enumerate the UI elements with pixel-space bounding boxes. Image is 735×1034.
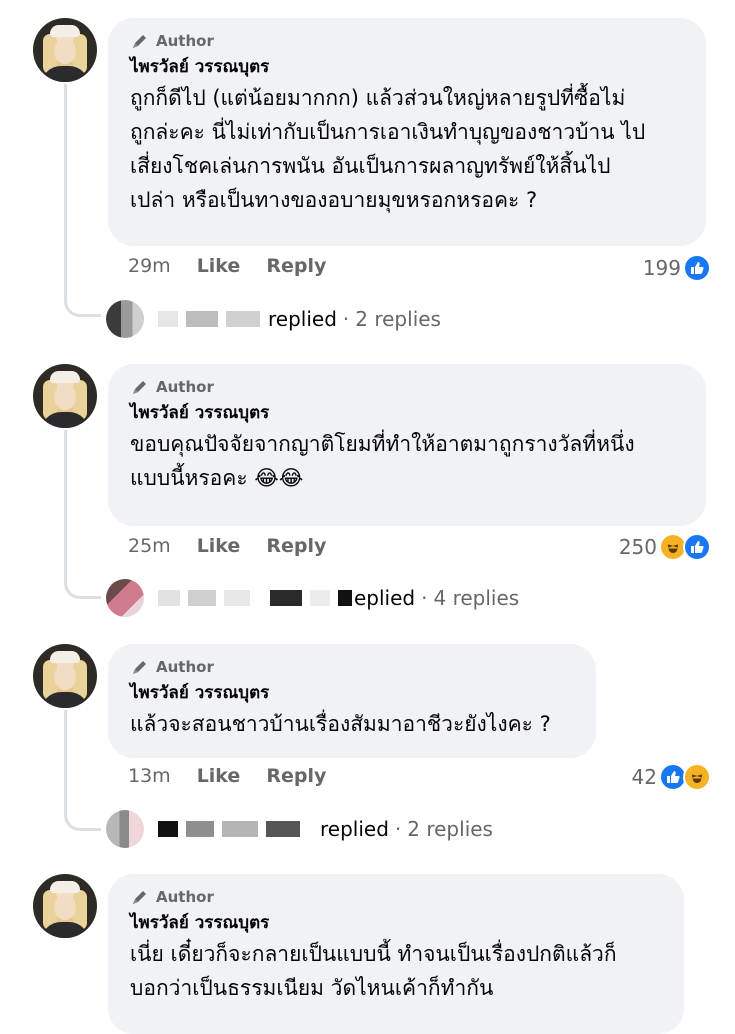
separator-dot: · <box>421 586 428 610</box>
reply-avatar <box>106 810 144 848</box>
blurred-name <box>158 590 180 606</box>
thread-curve <box>64 576 101 599</box>
blurred-name <box>310 590 330 606</box>
comment-text: ถูกก็ดีไป (แต่น้อยมากกก) แล้วส่วนใหญ่หลา… <box>130 86 646 212</box>
replied-label: eplied <box>354 586 416 610</box>
reaction-summary[interactable]: 250 <box>619 533 711 561</box>
author-label: Author <box>156 888 214 906</box>
pencil-icon <box>133 35 146 48</box>
commenter-name[interactable]: ไพรวัลย์ วรรณบุตร <box>130 911 662 935</box>
blurred-name <box>186 311 218 327</box>
pencil-icon <box>133 381 146 394</box>
reaction-count: 199 <box>642 256 681 280</box>
blurred-name <box>266 821 300 837</box>
replied-label: replied <box>268 307 337 331</box>
comment-text: ขอบคุณปัจจัยจากญาติโยมที่ทำให้อาตมาถูกรา… <box>130 432 635 490</box>
blurred-name <box>158 311 178 327</box>
blurred-name <box>224 590 250 606</box>
reply-button[interactable]: Reply <box>266 535 326 557</box>
like-button[interactable]: Like <box>197 255 241 277</box>
thread-line <box>64 84 67 294</box>
commenter-name[interactable]: ไพรวัลย์ วรรณบุตร <box>130 55 684 79</box>
like-button[interactable]: Like <box>197 765 241 787</box>
commenter-name[interactable]: ไพรวัลย์ วรรณบุตร <box>130 401 684 425</box>
avatar[interactable] <box>33 644 97 708</box>
comment-bubble: Author ไพรวัลย์ วรรณบุตร ถูกก็ดีไป (แต่น… <box>108 18 706 246</box>
comment-actions: 13m Like Reply <box>128 765 326 787</box>
blurred-name <box>158 821 178 837</box>
blurred-name <box>226 311 260 327</box>
author-badge: Author <box>130 30 684 52</box>
reply-avatar <box>106 579 144 617</box>
replies-count: 2 replies <box>407 817 493 841</box>
thread-line <box>64 430 67 576</box>
separator-dot: · <box>342 307 350 331</box>
reply-avatar <box>106 300 144 338</box>
blurred-name <box>188 590 216 606</box>
author-badge: Author <box>130 886 662 908</box>
avatar[interactable] <box>33 364 97 428</box>
reaction-count: 42 <box>631 765 657 789</box>
reaction-summary[interactable]: 199 <box>643 254 711 282</box>
haha-icon <box>683 763 711 791</box>
author-label: Author <box>156 658 214 676</box>
view-replies[interactable]: replied · 2 replies <box>106 810 493 848</box>
comment-actions: 25m Like Reply <box>128 535 326 557</box>
comment-actions: 29m Like Reply <box>128 255 326 277</box>
replies-count: 2 replies <box>355 307 441 331</box>
comment-bubble: Author ไพรวัลย์ วรรณบุตร ขอบคุณปัจจัยจาก… <box>108 364 706 526</box>
view-replies[interactable]: replied · 2 replies <box>106 300 441 338</box>
author-badge: Author <box>130 656 574 678</box>
replies-count: 4 replies <box>433 586 520 610</box>
comment-time[interactable]: 25m <box>128 535 171 557</box>
avatar[interactable] <box>33 18 97 82</box>
pencil-icon <box>133 661 146 674</box>
thread-curve <box>64 808 101 831</box>
reply-button[interactable]: Reply <box>266 255 326 277</box>
reaction-summary[interactable]: 42 <box>632 763 711 791</box>
thread-line <box>64 710 67 810</box>
comment-time[interactable]: 13m <box>128 765 171 787</box>
blurred-name <box>270 590 302 606</box>
blurred-name <box>338 590 352 606</box>
like-button[interactable]: Like <box>197 535 241 557</box>
blurred-name <box>222 821 258 837</box>
author-label: Author <box>156 32 214 50</box>
thread-curve <box>64 294 101 317</box>
view-replies[interactable]: eplied · 4 replies <box>106 579 519 617</box>
author-label: Author <box>156 378 214 396</box>
comment-bubble: Author ไพรวัลย์ วรรณบุตร เนี่ย เดี๋ยวก็จ… <box>108 874 684 1034</box>
blurred-name <box>186 821 214 837</box>
avatar[interactable] <box>33 874 97 938</box>
reaction-count: 250 <box>618 535 657 559</box>
reply-button[interactable]: Reply <box>266 765 326 787</box>
like-icon <box>683 254 711 282</box>
separator-dot: · <box>394 817 402 841</box>
comment-time[interactable]: 29m <box>128 255 171 277</box>
pencil-icon <box>133 891 146 904</box>
commenter-name[interactable]: ไพรวัลย์ วรรณบุตร <box>130 681 574 705</box>
comment-text: เนี่ย เดี๋ยวก็จะกลายเป็นแบบนี้ ทำจนเป็นเ… <box>130 942 617 1000</box>
comment-text: แล้วจะสอนชาวบ้านเรื่องสัมมาอาชีวะยังไงคะ… <box>130 712 551 736</box>
like-icon <box>683 533 711 561</box>
comment-bubble: Author ไพรวัลย์ วรรณบุตร แล้วจะสอนชาวบ้า… <box>108 644 596 758</box>
author-badge: Author <box>130 376 684 398</box>
replied-label: replied <box>320 817 389 841</box>
